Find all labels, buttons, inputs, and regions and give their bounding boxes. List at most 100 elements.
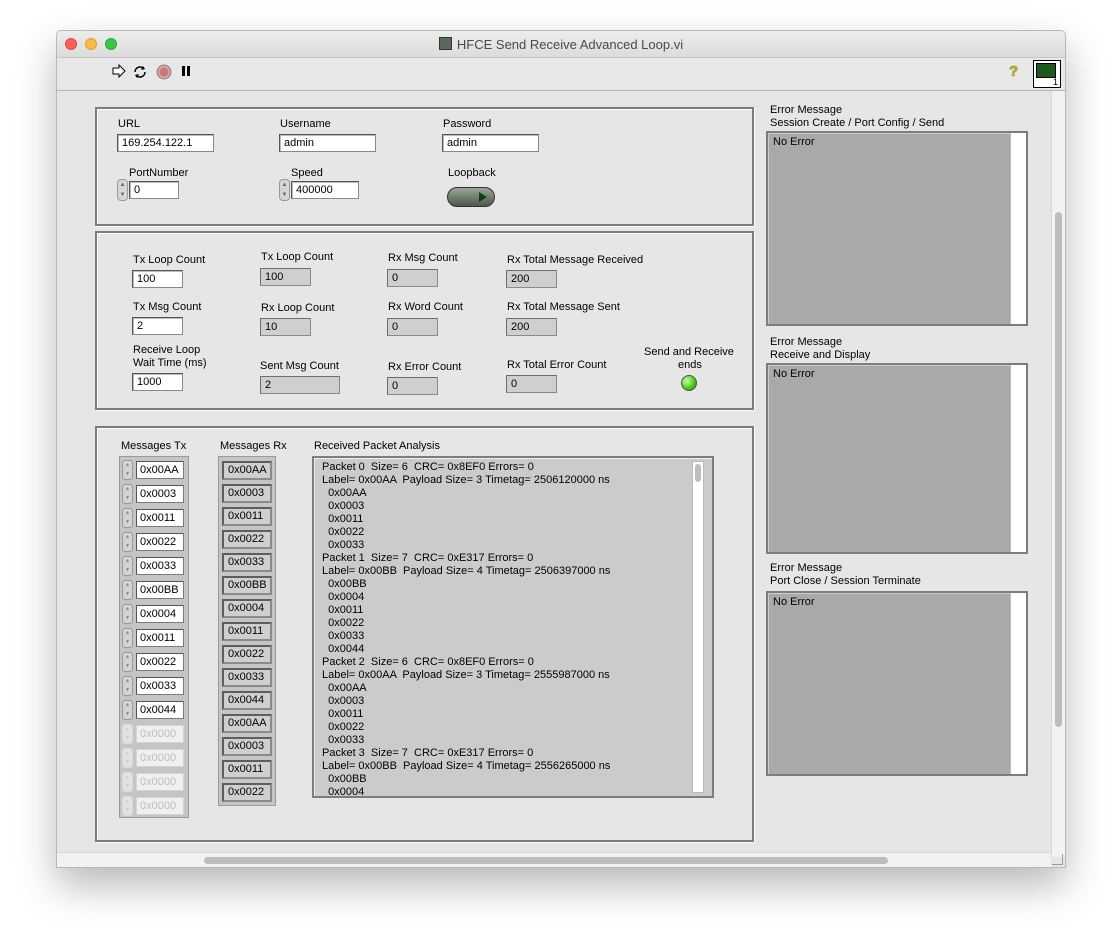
speed-spinner[interactable]: ▲ ▼ bbox=[279, 179, 290, 201]
tx-element-spinner[interactable]: ▲ ▼ bbox=[122, 484, 133, 504]
context-help-icon[interactable]: ? bbox=[1009, 63, 1023, 81]
tx-loop-count-indicator: 100 bbox=[260, 268, 311, 286]
tx-element-spinner[interactable]: ▲ ▼ bbox=[122, 772, 133, 792]
url-input[interactable]: 169.254.122.1 bbox=[117, 134, 214, 152]
counts-section: Tx Loop Count 100 Tx Msg Count 2 Receive… bbox=[95, 231, 754, 410]
rx-array-element: 0x00AA bbox=[222, 714, 272, 733]
run-continuously-icon[interactable] bbox=[132, 64, 148, 80]
error3-title-line2: Port Close / Session Terminate bbox=[770, 575, 921, 587]
tx-array-element[interactable]: 0x0033 bbox=[136, 557, 184, 575]
error2-title-line2: Receive and Display bbox=[770, 349, 871, 361]
rx-total-sent-label: Rx Total Message Sent bbox=[507, 301, 620, 313]
password-input[interactable]: admin bbox=[442, 134, 539, 152]
abort-icon[interactable] bbox=[156, 64, 172, 80]
tx-element-spinner[interactable]: ▲ ▼ bbox=[122, 652, 133, 672]
error1-scrollbar[interactable] bbox=[1010, 133, 1026, 324]
rx-array-element: 0x0044 bbox=[222, 691, 272, 710]
sent-msg-count-indicator: 2 bbox=[260, 376, 340, 394]
rx-msg-count-label: Rx Msg Count bbox=[388, 252, 458, 264]
tx-element-spinner[interactable]: ▲ ▼ bbox=[122, 796, 133, 816]
pause-icon[interactable] bbox=[178, 64, 194, 80]
error2-text: No Error bbox=[773, 368, 815, 380]
tx-element-spinner[interactable]: ▲ ▼ bbox=[122, 748, 133, 768]
tx-element-spinner[interactable]: ▲ ▼ bbox=[122, 508, 133, 528]
tx-element-spinner[interactable]: ▲ ▼ bbox=[122, 556, 133, 576]
tx-array-element[interactable]: 0x0011 bbox=[136, 509, 184, 527]
send-receive-ends-label-line1: Send and Receive bbox=[644, 346, 734, 358]
tx-element-spinner[interactable]: ▲ ▼ bbox=[122, 700, 133, 720]
rx-array-element: 0x0033 bbox=[222, 668, 272, 687]
tx-array-element[interactable]: 0x0000 bbox=[136, 725, 184, 743]
loopback-toggle-button[interactable] bbox=[447, 187, 495, 207]
analysis-scrollbar[interactable] bbox=[692, 461, 704, 793]
vi-file-icon bbox=[438, 37, 452, 50]
error2-title-line1: Error Message bbox=[770, 336, 843, 348]
tx-element-spinner[interactable]: ▲ ▼ bbox=[122, 460, 133, 480]
vi-connector-icon[interactable]: 1 bbox=[1033, 60, 1061, 88]
tx-array-element[interactable]: 0x0000 bbox=[136, 773, 184, 791]
error2-scrollbar[interactable] bbox=[1010, 365, 1026, 552]
window-title-wrap: HFCE Send Receive Advanced Loop.vi bbox=[57, 37, 1065, 52]
tx-loop-count-indicator-label: Tx Loop Count bbox=[261, 251, 334, 263]
rx-array-element: 0x0022 bbox=[222, 783, 272, 802]
analysis-scroll-thumb[interactable] bbox=[695, 464, 701, 482]
toolbar: ? 1 bbox=[57, 58, 1065, 91]
username-input[interactable]: admin bbox=[279, 134, 376, 152]
resize-grip-icon[interactable] bbox=[1052, 854, 1063, 865]
error1-message-box[interactable]: No Error bbox=[766, 131, 1028, 326]
tx-msg-count-input[interactable]: 2 bbox=[132, 317, 183, 335]
error1-text: No Error bbox=[773, 136, 815, 148]
tx-element-spinner[interactable]: ▲ ▼ bbox=[122, 676, 133, 696]
tx-array-element[interactable]: 0x00BB bbox=[136, 581, 184, 599]
tx-element-spinner[interactable]: ▲ ▼ bbox=[122, 580, 133, 600]
tx-array-element[interactable]: 0x0044 bbox=[136, 701, 184, 719]
tx-array-element[interactable]: 0x0011 bbox=[136, 629, 184, 647]
tx-element-spinner[interactable]: ▲ ▼ bbox=[122, 604, 133, 624]
error3-scrollbar[interactable] bbox=[1010, 593, 1026, 774]
error3-message-box[interactable]: No Error bbox=[766, 591, 1028, 776]
rx-array-element: 0x0003 bbox=[222, 484, 272, 503]
port-number-spinner[interactable]: ▲ ▼ bbox=[117, 179, 128, 201]
error1-title-line2: Session Create / Port Config / Send bbox=[770, 117, 945, 129]
vi-icon-graphic bbox=[1036, 63, 1056, 78]
tx-array-element[interactable]: 0x0004 bbox=[136, 605, 184, 623]
rx-loop-count-indicator: 10 bbox=[260, 318, 311, 336]
rx-total-error-indicator: 0 bbox=[506, 375, 557, 393]
username-label: Username bbox=[280, 118, 331, 130]
tx-array-element[interactable]: 0x0022 bbox=[136, 653, 184, 671]
send-receive-ends-label-line2: ends bbox=[678, 359, 702, 371]
receive-wait-time-input[interactable]: 1000 bbox=[132, 373, 183, 391]
vi-window: HFCE Send Receive Advanced Loop.vi ? 1 U… bbox=[56, 30, 1066, 868]
messages-rx-array: 0x00AA 0x0003 0x0011 0x0022 0x0033 0x00BB 0x00… bbox=[218, 456, 276, 806]
received-packet-analysis-label: Received Packet Analysis bbox=[314, 440, 440, 452]
run-arrow-icon[interactable] bbox=[111, 63, 127, 80]
messages-rx-label: Messages Rx bbox=[220, 440, 287, 452]
messages-tx-label: Messages Tx bbox=[121, 440, 187, 452]
rx-total-error-label: Rx Total Error Count bbox=[507, 359, 607, 371]
speed-input[interactable]: 400000 bbox=[291, 181, 359, 199]
rx-array-element: 0x0011 bbox=[222, 507, 272, 526]
tx-array-element[interactable]: 0x0022 bbox=[136, 533, 184, 551]
port-number-input[interactable]: 0 bbox=[129, 181, 179, 199]
vertical-scroll-thumb[interactable] bbox=[1055, 212, 1062, 727]
tx-element-spinner[interactable]: ▲ ▼ bbox=[122, 628, 133, 648]
received-packet-analysis-display[interactable]: Packet 0 Size= 6 CRC= 0x8EF0 Errors= 0 L… bbox=[312, 456, 714, 798]
horizontal-scrollbar[interactable] bbox=[57, 852, 1051, 867]
error2-message-box[interactable]: No Error bbox=[766, 363, 1028, 554]
url-label: URL bbox=[118, 118, 141, 130]
tx-msg-count-label: Tx Msg Count bbox=[133, 301, 202, 313]
tx-element-spinner[interactable]: ▲ ▼ bbox=[122, 724, 133, 744]
tx-array-element[interactable]: 0x0000 bbox=[136, 797, 184, 815]
tx-array-element[interactable]: 0x0033 bbox=[136, 677, 184, 695]
tx-array-element[interactable]: 0x0000 bbox=[136, 749, 184, 767]
tx-element-spinner[interactable]: ▲ ▼ bbox=[122, 532, 133, 552]
rx-array-element: 0x00AA bbox=[222, 461, 272, 480]
tx-loop-count-input[interactable]: 100 bbox=[132, 270, 183, 288]
front-panel: URL 169.254.122.1 Username admin Passwor… bbox=[57, 91, 1051, 857]
rx-msg-count-indicator: 0 bbox=[387, 269, 438, 287]
tx-array-element[interactable]: 0x0003 bbox=[136, 485, 184, 503]
vertical-scrollbar[interactable] bbox=[1051, 91, 1065, 857]
horizontal-scroll-thumb[interactable] bbox=[204, 857, 888, 864]
play-arrow-icon bbox=[479, 192, 487, 202]
tx-array-element[interactable]: 0x00AA bbox=[136, 461, 184, 479]
